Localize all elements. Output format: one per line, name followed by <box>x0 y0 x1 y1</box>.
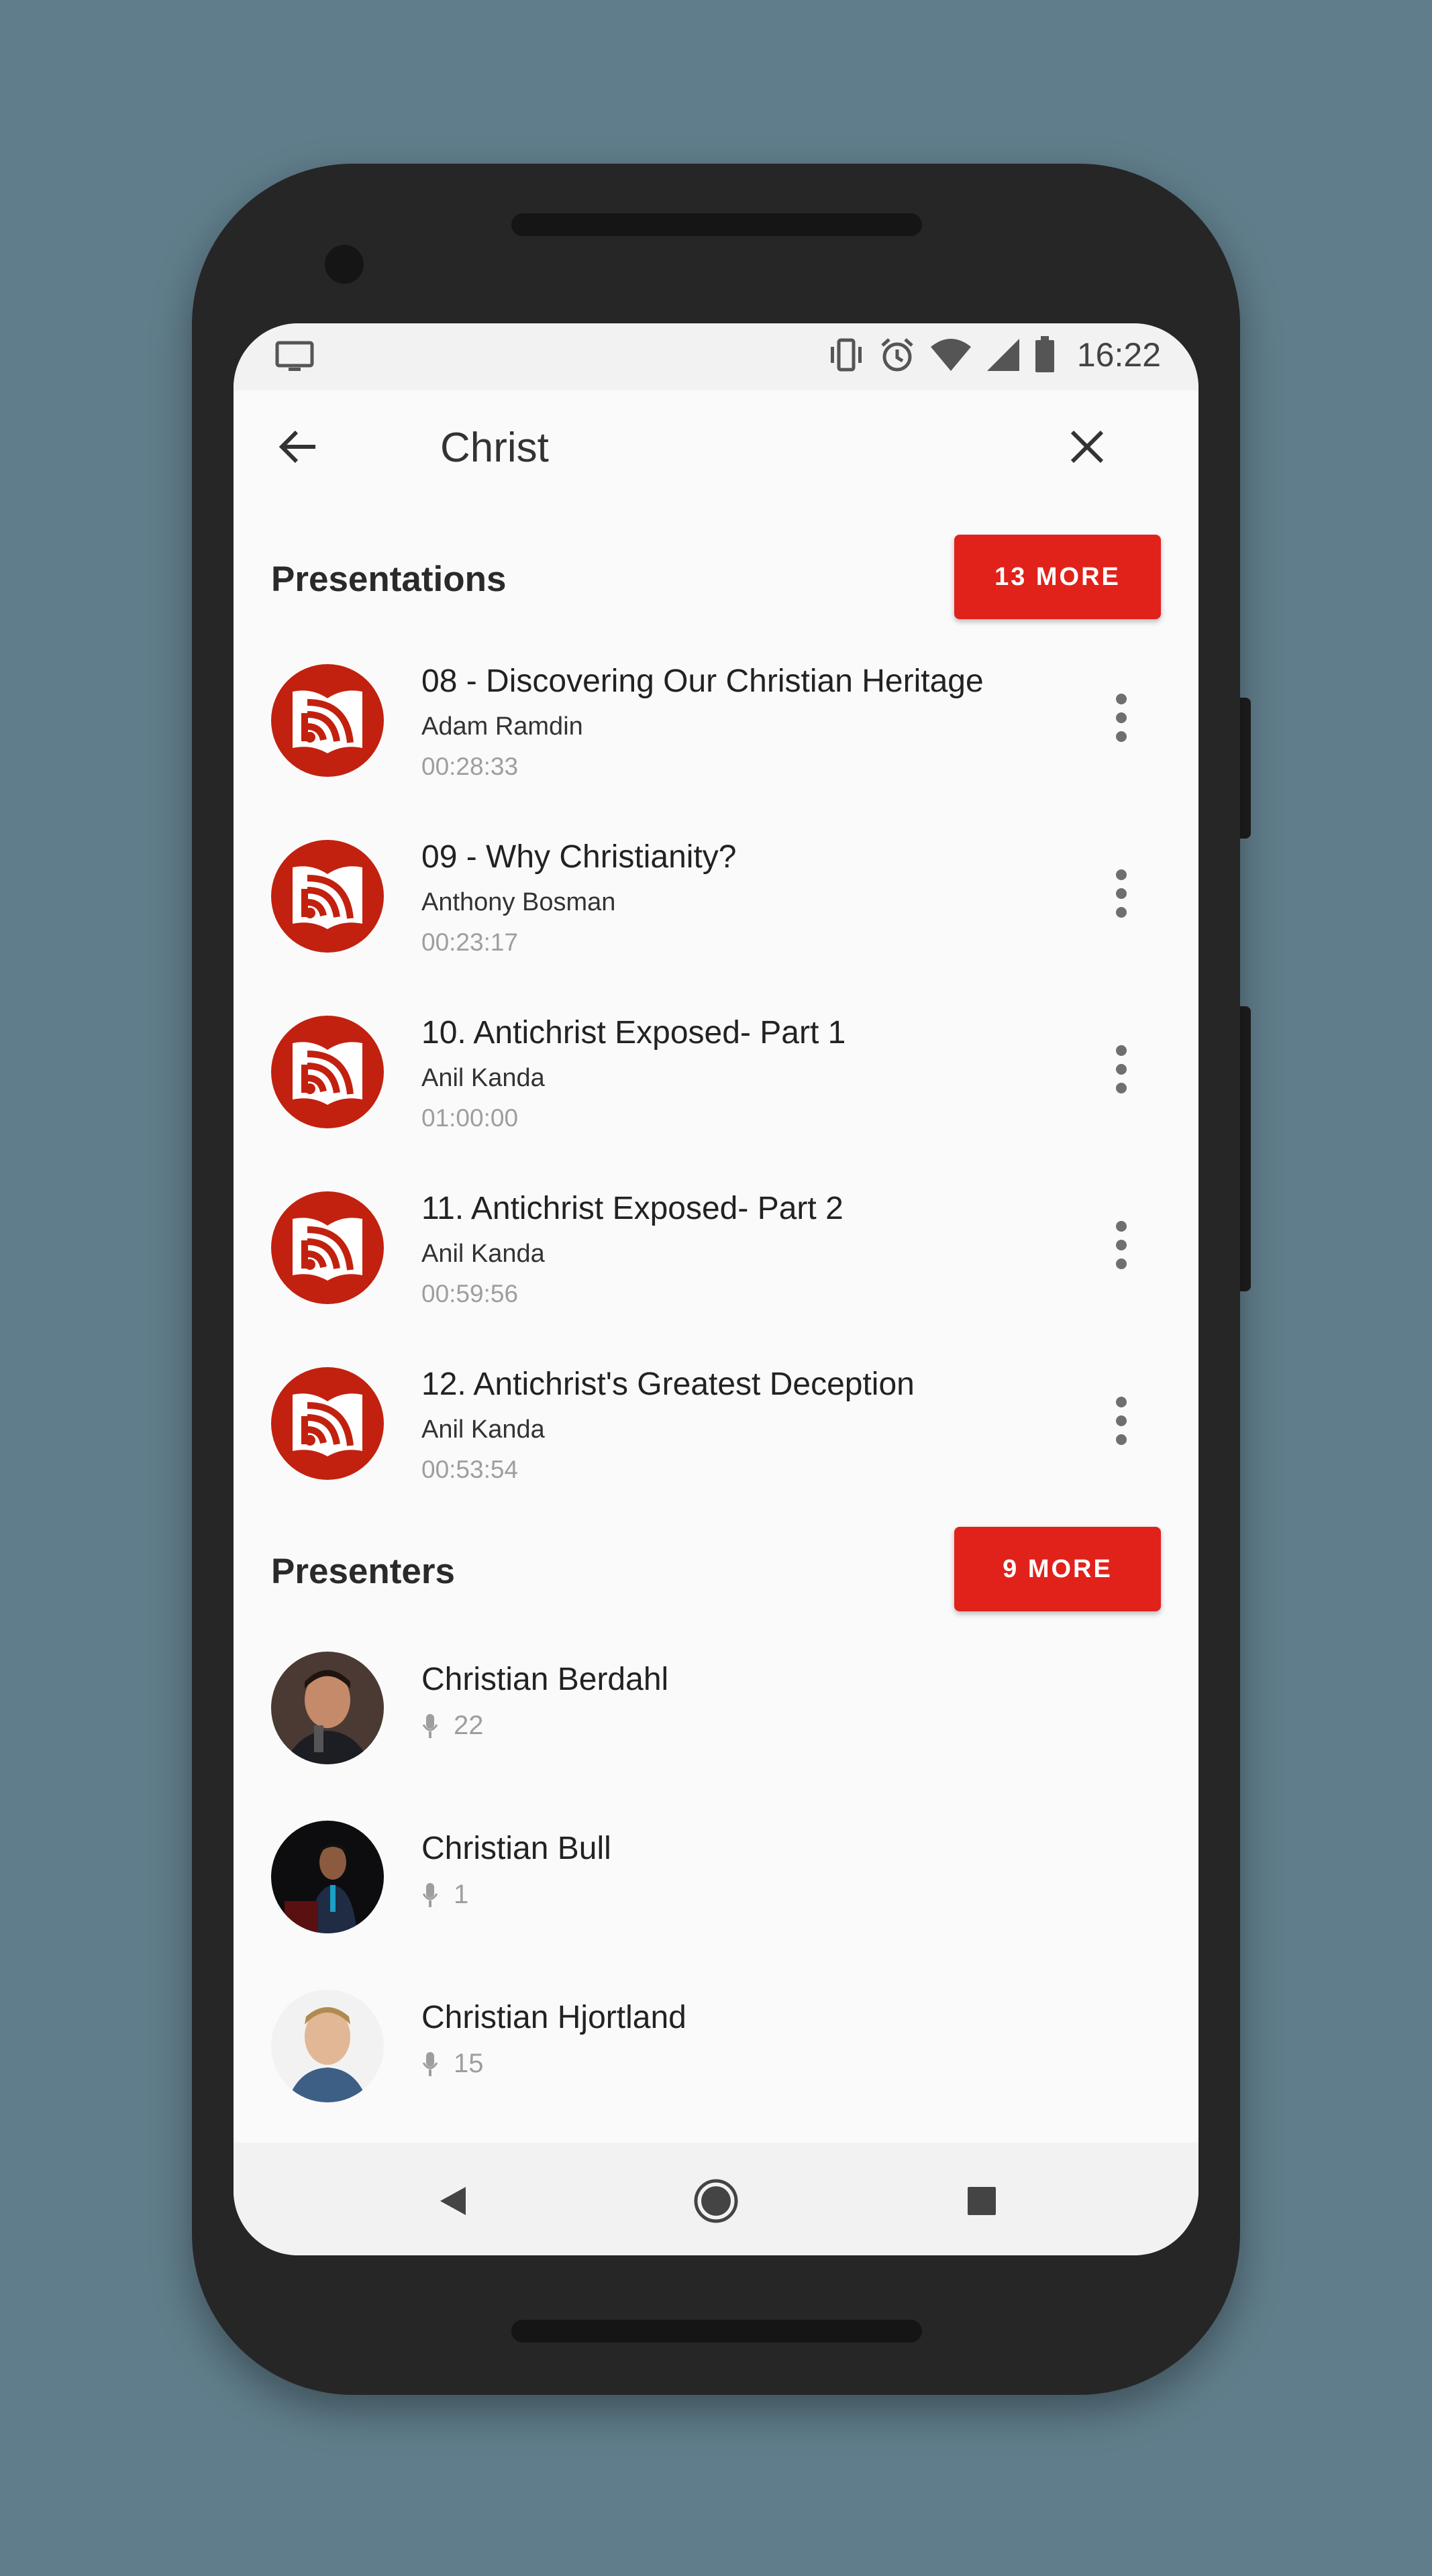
search-bar: Christ <box>234 390 1198 504</box>
avatar <box>271 1821 384 1933</box>
close-icon[interactable] <box>1064 424 1110 470</box>
presentation-item[interactable]: 10. Antichrist Exposed- Part 1 Anil Kanda… <box>234 989 1198 1165</box>
battery-icon <box>1035 336 1054 372</box>
audio-bible-logo-icon <box>271 1367 384 1480</box>
presentations-title: Presentations <box>271 559 507 599</box>
audio-bible-logo-icon <box>271 1016 384 1128</box>
presenters-header: Presenters 9 MORE <box>234 1527 1198 1614</box>
presentation-duration: 00:53:54 <box>421 1456 519 1483</box>
triangle-back-icon <box>440 2187 466 2215</box>
presentation-item[interactable]: 11. Antichrist Exposed- Part 2 Anil Kanda… <box>234 1165 1198 1340</box>
circle-home-icon <box>694 2179 738 2223</box>
cast-icon <box>275 341 314 371</box>
avatar <box>271 1652 384 1764</box>
presentation-author: Adam Ramdin <box>421 712 583 741</box>
presentation-title: 08 - Discovering Our Christian Heritage <box>421 663 984 699</box>
microphone-icon <box>422 1713 438 1738</box>
presenters-more-button[interactable]: 9 MORE <box>954 1527 1161 1611</box>
presentation-author: Anil Kanda <box>421 1240 545 1268</box>
presentation-title: 09 - Why Christianity? <box>421 839 737 875</box>
avatar <box>271 1990 384 2102</box>
presentation-count: 15 <box>454 2049 484 2078</box>
presentation-title: 10. Antichrist Exposed- Part 1 <box>421 1015 846 1051</box>
search-query[interactable]: Christ <box>440 424 549 472</box>
more-vert-icon[interactable] <box>1115 869 1127 923</box>
earpiece <box>511 213 922 236</box>
more-vert-icon[interactable] <box>1115 1045 1127 1099</box>
audio-bible-logo-icon <box>271 1191 384 1304</box>
bottom-speaker <box>511 2320 922 2343</box>
presenter-count: 22 <box>421 1711 484 1741</box>
power-button <box>1240 698 1251 839</box>
presentation-item[interactable]: 12. Antichrist's Greatest Deception Anil … <box>234 1340 1198 1516</box>
status-bar: 16:22 <box>234 323 1198 390</box>
presentation-duration: 00:59:56 <box>421 1280 519 1307</box>
presenter-name: Christian Bull <box>421 1831 611 1866</box>
audio-bible-logo-icon <box>271 664 384 777</box>
nav-back-button[interactable] <box>429 2178 476 2224</box>
presentations-more-button[interactable]: 13 MORE <box>954 535 1161 619</box>
presentation-duration: 00:23:17 <box>421 928 519 956</box>
microphone-icon <box>422 1882 438 1907</box>
nav-home-button[interactable] <box>693 2178 739 2224</box>
more-vert-icon[interactable] <box>1115 1397 1127 1450</box>
status-clock: 16:22 <box>1076 336 1161 374</box>
nav-recents-button[interactable] <box>958 2178 1005 2224</box>
presentation-author: Anil Kanda <box>421 1415 545 1444</box>
front-camera <box>325 245 364 284</box>
presentation-count: 1 <box>454 1880 469 1909</box>
presentation-title: 11. Antichrist Exposed- Part 2 <box>421 1191 843 1226</box>
more-vert-icon[interactable] <box>1115 1221 1127 1275</box>
presentation-item[interactable]: 09 - Why Christianity? Anthony Bosman 00:2… <box>234 813 1198 989</box>
more-vert-icon[interactable] <box>1115 694 1127 747</box>
presenter-name: Christian Hjortland <box>421 2000 686 2035</box>
presentations-header: Presentations 13 MORE <box>234 535 1198 622</box>
presentation-author: Anthony Bosman <box>421 888 616 916</box>
presenter-count: 1 <box>421 1880 468 1910</box>
presentation-item[interactable]: 08 - Discovering Our Christian Heritage A… <box>234 637 1198 813</box>
presentation-duration: 00:28:33 <box>421 753 519 780</box>
signal-icon <box>986 339 1019 371</box>
presentation-author: Anil Kanda <box>421 1064 545 1092</box>
presentation-title: 12. Antichrist's Greatest Deception <box>421 1366 915 1402</box>
presenter-item[interactable]: Christian Hjortland 15 <box>234 1990 1198 2159</box>
vibrate-icon <box>830 338 862 372</box>
presenter-name: Christian Berdahl <box>421 1662 669 1697</box>
alarm-icon <box>881 338 913 372</box>
presenter-item[interactable]: Christian Berdahl 22 <box>234 1652 1198 1821</box>
presenter-item[interactable]: Christian Bull 1 <box>234 1821 1198 1990</box>
presentation-duration: 01:00:00 <box>421 1104 519 1132</box>
square-recents-icon <box>968 2187 996 2215</box>
navigation-bar <box>234 2143 1198 2255</box>
screen: 16:22 Christ Presentations 13 MORE 08 - … <box>234 323 1198 2255</box>
volume-button <box>1240 1006 1251 1291</box>
wifi-icon <box>930 339 971 371</box>
presenter-count: 15 <box>421 2049 484 2079</box>
presenters-title: Presenters <box>271 1552 456 1591</box>
back-arrow-icon[interactable] <box>275 424 321 470</box>
presentation-count: 22 <box>454 1711 484 1740</box>
audio-bible-logo-icon <box>271 840 384 953</box>
microphone-icon <box>422 2051 438 2076</box>
